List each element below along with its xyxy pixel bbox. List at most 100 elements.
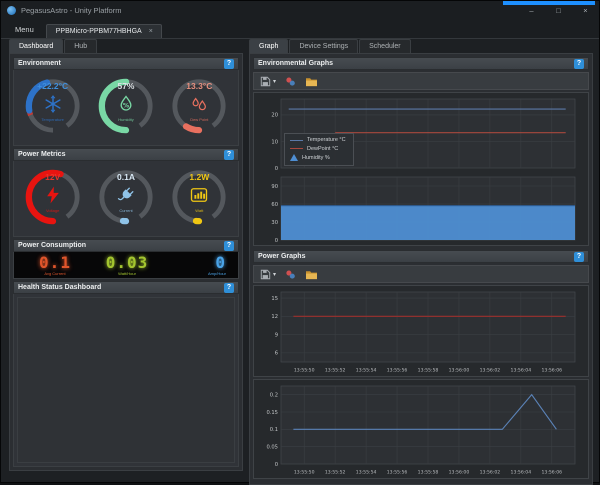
svg-text:13:56:04: 13:56:04 [511, 368, 532, 374]
svg-text:0.2: 0.2 [270, 392, 278, 398]
graphs-column: Graph Device Settings Scheduler Environm… [249, 39, 593, 477]
gauge-label: Voltage [17, 208, 89, 213]
window-titlebar: PegasusAstro - Unity Platform – □ × [1, 1, 599, 19]
gauge-label: Temperature [17, 117, 89, 122]
help-icon[interactable]: ? [224, 59, 234, 69]
svg-text:60: 60 [271, 202, 278, 208]
gauge-value: +22.2°C [17, 81, 89, 91]
svg-text:13:55:58: 13:55:58 [418, 368, 439, 374]
gauge-value: 12V [17, 172, 89, 182]
save-graph-button[interactable]: ▾ [260, 269, 276, 280]
open-folder-button[interactable] [305, 76, 318, 87]
current-chart-region: 13:55:5013:55:5213:55:5413:55:5613:55:58… [253, 379, 589, 479]
svg-text:13:55:56: 13:55:56 [387, 368, 408, 374]
help-icon[interactable]: ? [224, 241, 234, 251]
open-folder-button[interactable] [305, 269, 318, 280]
legend-label: DewPoint °C [307, 146, 338, 152]
svg-text:13:56:06: 13:56:06 [541, 470, 562, 476]
folder-icon [305, 269, 318, 280]
legend-item: Humidity % [290, 154, 346, 161]
help-icon[interactable]: ? [224, 150, 234, 160]
voltage-chart-region: 13:55:5013:55:5213:55:5413:55:5613:55:58… [253, 285, 589, 377]
device-tab-close-icon[interactable]: × [149, 28, 153, 35]
tab-hub[interactable]: Hub [64, 39, 97, 53]
menu-bar: Menu PPBMicro-PPBM77HBHGA × [1, 19, 599, 39]
health-status-title: Health Status Dashboard [18, 284, 101, 291]
legend-line-marker [290, 148, 303, 149]
lcd-display: 0.1 Avg Current 0.03 Watt/Hour 0 Amp/Hou… [13, 252, 239, 279]
panel-power-graphs: Power Graphs ? ▾ [253, 250, 589, 481]
gauge-voltage: 12V Voltage [17, 163, 89, 237]
svg-text:13:56:00: 13:56:00 [449, 470, 470, 476]
gauge-value: 0.1A [90, 172, 162, 182]
svg-text:13:56:02: 13:56:02 [480, 368, 501, 374]
graph-content: Environmental Graphs ? ▾ [249, 53, 593, 485]
svg-text:13:55:54: 13:55:54 [356, 470, 377, 476]
tab-scheduler[interactable]: Scheduler [359, 39, 411, 53]
svg-text:12: 12 [271, 314, 278, 320]
readout-amp-hour: 0 Amp/Hour [166, 255, 230, 276]
panel-environmental-graphs: Environmental Graphs ? ▾ [253, 57, 589, 248]
menu-button[interactable]: Menu [1, 25, 46, 38]
readout-label: Avg Current [44, 272, 65, 276]
colors-button[interactable] [285, 269, 296, 280]
legend-label: Humidity % [302, 155, 330, 161]
device-tab-label: PPBMicro-PPBM77HBHGA [56, 28, 142, 35]
accent-strip [503, 1, 595, 5]
tab-device-settings[interactable]: Device Settings [289, 39, 358, 53]
svg-text:9: 9 [275, 332, 278, 338]
power-graphs-title: Power Graphs [258, 253, 305, 260]
save-icon [260, 269, 271, 280]
gauge-label: Humidity [90, 117, 162, 122]
svg-text:0: 0 [275, 238, 278, 244]
colors-button[interactable] [285, 76, 296, 87]
svg-text:13:55:56: 13:55:56 [387, 470, 408, 476]
help-icon[interactable]: ? [574, 252, 584, 262]
legend-label: Temperature °C [307, 137, 346, 143]
env-humidity-chart: 9060300 [255, 172, 585, 244]
tab-dashboard[interactable]: Dashboard [9, 39, 63, 53]
help-icon[interactable]: ? [574, 59, 584, 69]
gauge-dew-point: 13.3°C Dew Point [163, 72, 235, 146]
power-metrics-header: Power Metrics ? [13, 148, 239, 161]
panel-power-consumption: Power Consumption ? 0.1 Avg Current 0.03… [13, 239, 239, 279]
svg-text:0: 0 [275, 462, 278, 468]
chevron-down-icon[interactable]: ▾ [273, 271, 276, 278]
folder-icon [305, 76, 318, 87]
chart-legend: Temperature °C DewPoint °C Humidity % [284, 133, 354, 166]
svg-text:90: 90 [271, 184, 278, 190]
device-tab[interactable]: PPBMicro-PPBM77HBHGA × [46, 24, 162, 38]
legend-triangle-marker [290, 154, 298, 161]
legend-line-marker [290, 140, 303, 141]
svg-text:13:55:50: 13:55:50 [294, 368, 315, 374]
readout-value: 0 [215, 255, 226, 271]
gauge-value: 1.2W [163, 172, 235, 182]
snowflake-icon [43, 94, 63, 114]
humidity-drop-icon: % [116, 94, 136, 114]
chevron-down-icon[interactable]: ▾ [273, 78, 276, 85]
pegasus-unity-window: { "window": { "title": "PegasusAstro - U… [0, 0, 600, 483]
lightning-bolt-icon [43, 185, 63, 205]
environment-title: Environment [18, 60, 61, 67]
power-metrics-gauges: 12V Voltage 0.1A Curren [13, 161, 239, 237]
tab-graph[interactable]: Graph [249, 39, 288, 53]
svg-text:0: 0 [275, 166, 278, 172]
dashboard-content: Environment ? +22.2°C Temperature [9, 53, 243, 471]
svg-text:0.05: 0.05 [266, 444, 278, 450]
svg-text:13:56:00: 13:56:00 [449, 368, 470, 374]
svg-text:13:56:06: 13:56:06 [541, 368, 562, 374]
colors-icon [285, 76, 296, 87]
help-icon[interactable]: ? [224, 283, 234, 293]
environmental-graphs-header: Environmental Graphs ? [253, 57, 589, 70]
app-window: PegasusAstro - Unity Platform – □ × Menu… [0, 0, 600, 483]
environmental-chart-region: 20100 9060300 Temperature °CDewPoint °CH… [253, 92, 589, 246]
window-title: PegasusAstro - Unity Platform [21, 6, 513, 15]
environmental-graphs-title: Environmental Graphs [258, 60, 333, 67]
gauge-value: 57% [90, 81, 162, 91]
svg-text:20: 20 [271, 113, 278, 119]
save-graph-button[interactable]: ▾ [260, 76, 276, 87]
power-graphs-toolbar: ▾ [253, 265, 589, 283]
power-plug-icon [116, 185, 136, 205]
svg-text:6: 6 [275, 351, 278, 357]
colors-icon [285, 269, 296, 280]
